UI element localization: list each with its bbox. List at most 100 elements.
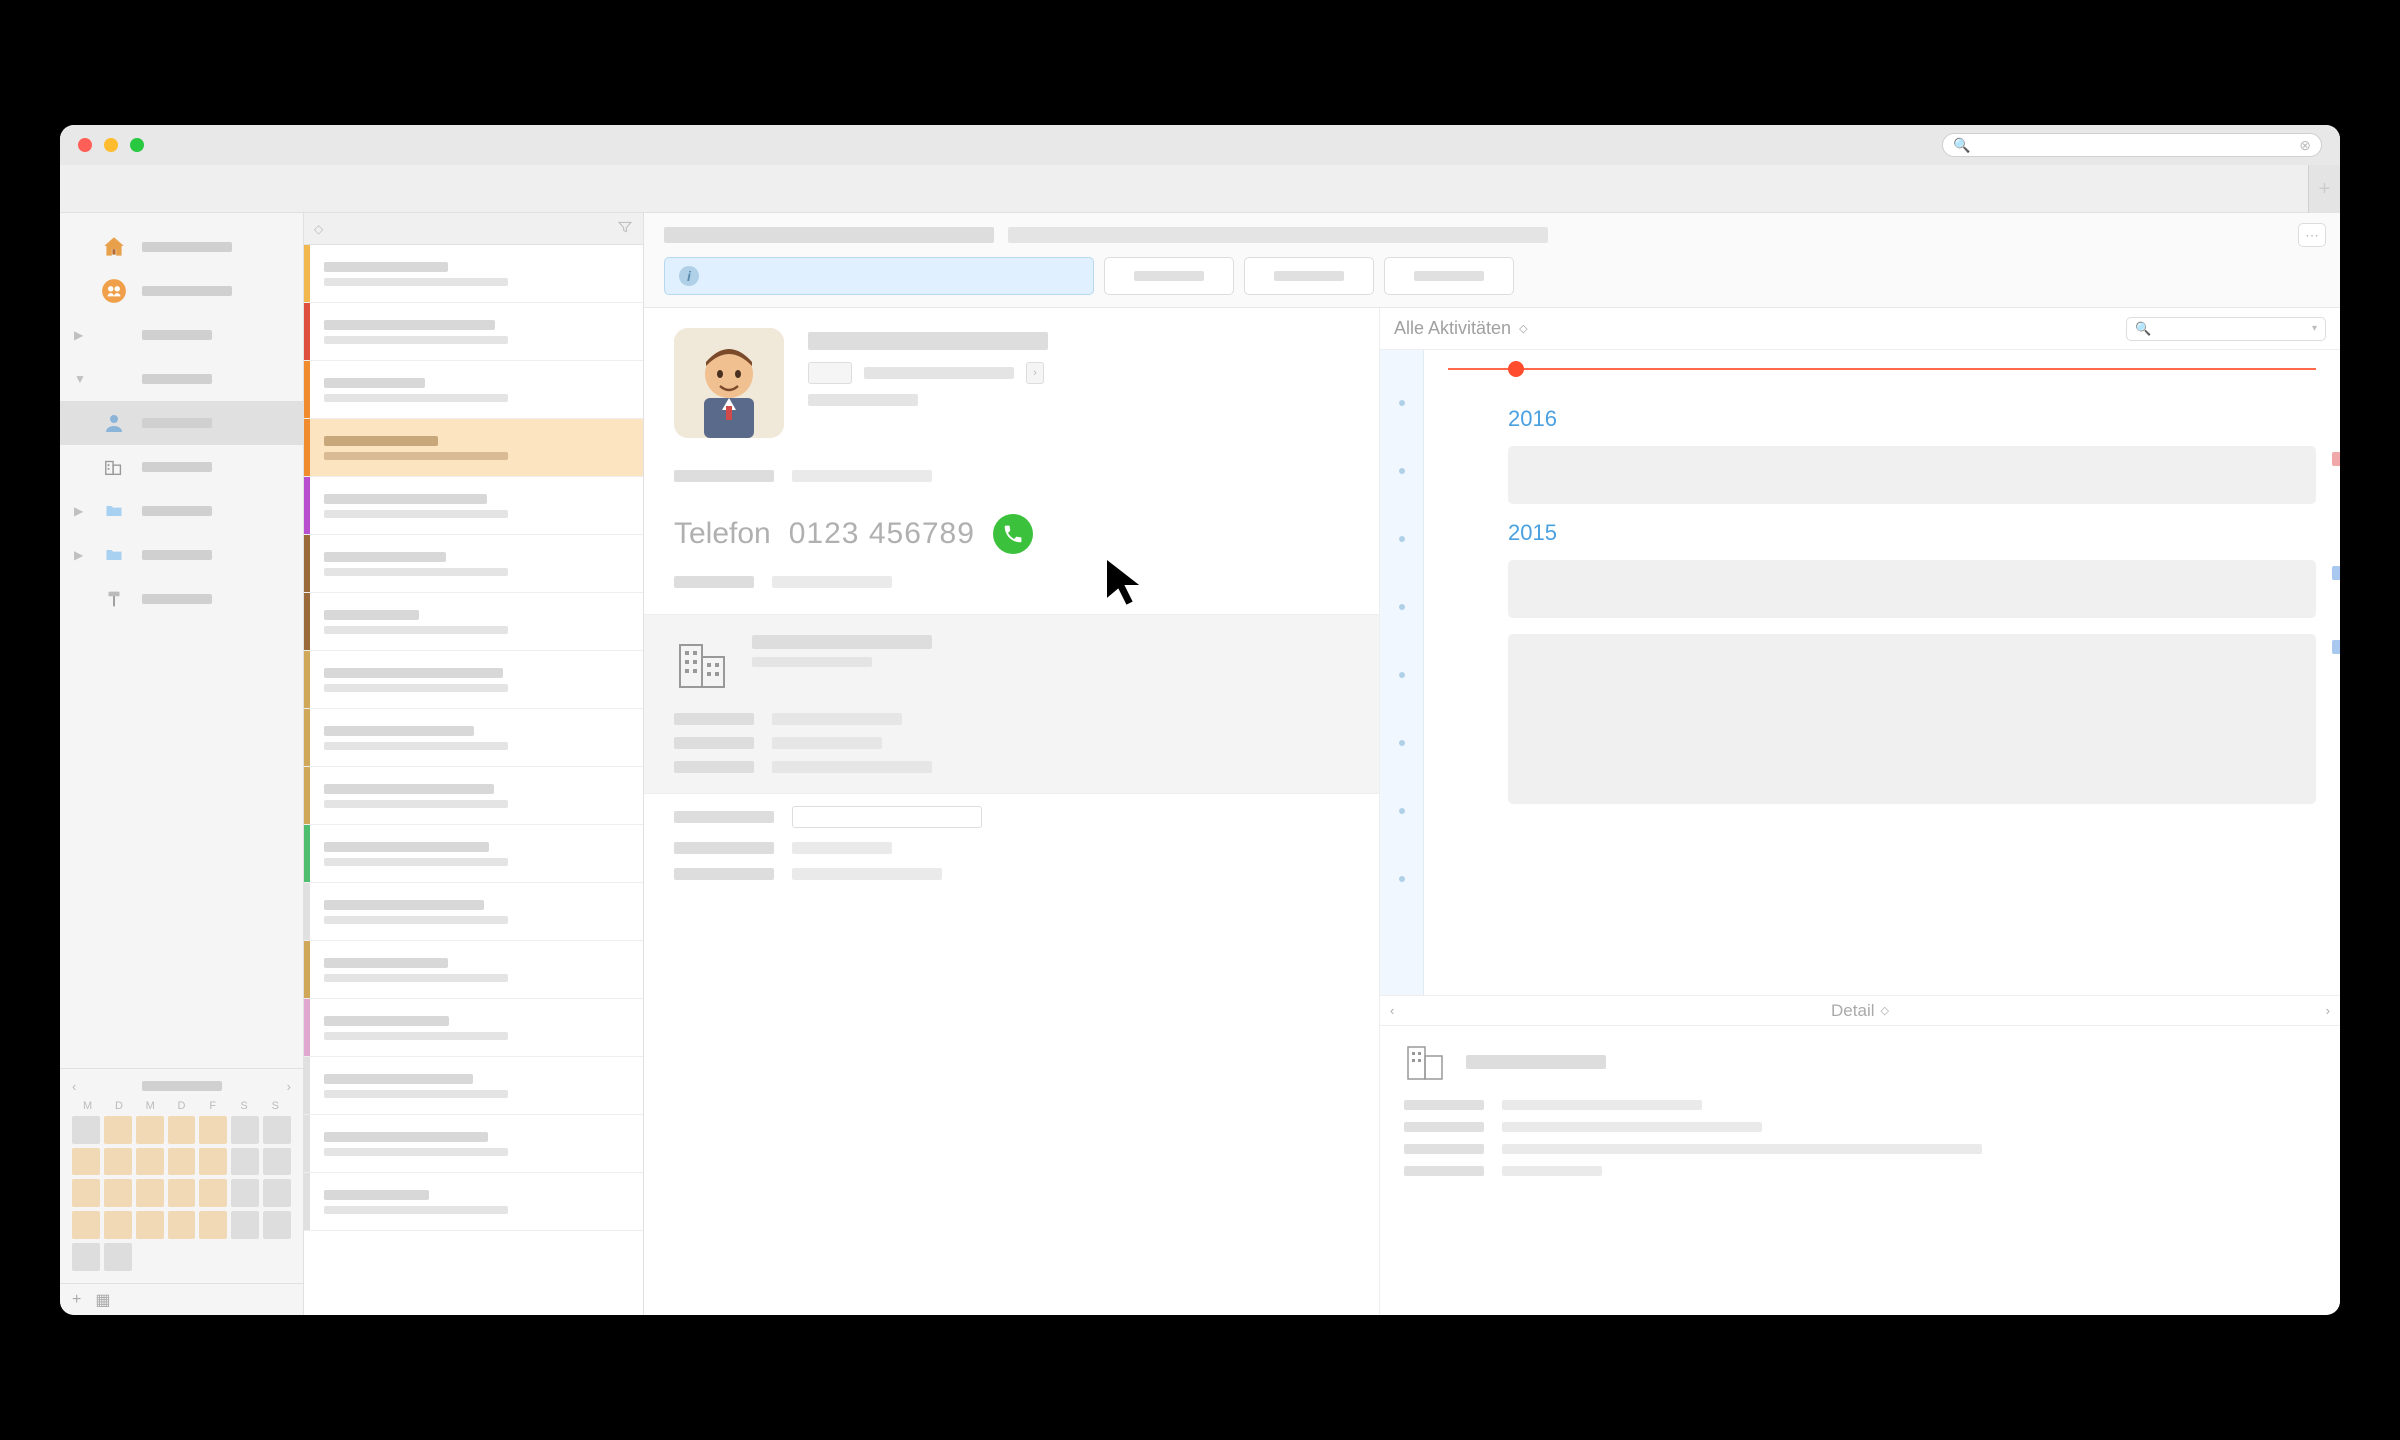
search-input[interactable]: 🔍 ⊗: [1942, 133, 2322, 157]
company-block: [644, 614, 1379, 794]
tab-item[interactable]: [1104, 257, 1234, 295]
color-stripe: [304, 1115, 310, 1172]
add-button[interactable]: +: [72, 1291, 81, 1309]
field-label: [1404, 1100, 1484, 1110]
contact-detail: › Telefon: [644, 308, 1380, 1315]
color-stripe: [304, 303, 310, 360]
activity-card[interactable]: [1508, 634, 2316, 804]
list-item-subtitle: [324, 1090, 508, 1098]
list-item[interactable]: [304, 651, 643, 709]
list-item[interactable]: [304, 825, 643, 883]
next-button[interactable]: ›: [2326, 1003, 2330, 1018]
nav-folder-1[interactable]: ▶: [60, 489, 303, 533]
field-value: [792, 470, 932, 482]
grid-view-button[interactable]: ▦: [95, 1290, 110, 1310]
nav-folder-2[interactable]: ▶: [60, 533, 303, 577]
maximize-window-button[interactable]: [130, 138, 144, 152]
field-label: [674, 868, 774, 880]
list-item[interactable]: [304, 303, 643, 361]
calendar-next-button[interactable]: ›: [287, 1079, 291, 1094]
nav-home[interactable]: [60, 225, 303, 269]
list-item[interactable]: [304, 883, 643, 941]
field-value: [808, 394, 918, 406]
activity-card[interactable]: [1508, 560, 2316, 618]
list-item-title: [324, 1016, 449, 1026]
color-stripe: [304, 883, 310, 940]
color-stripe: [304, 593, 310, 650]
chevron-right-icon[interactable]: ›: [1026, 362, 1044, 384]
folder-icon: [100, 497, 128, 525]
add-tab-button[interactable]: +: [2308, 165, 2340, 213]
calendar-prev-button[interactable]: ‹: [72, 1079, 76, 1094]
filter-icon[interactable]: [617, 219, 633, 238]
building-icon: [1404, 1040, 1448, 1084]
more-menu-button[interactable]: ⋯: [2298, 223, 2326, 247]
nav-companies[interactable]: [60, 445, 303, 489]
activity-search[interactable]: 🔍 ▾: [2126, 317, 2326, 341]
list-item-subtitle: [324, 510, 508, 518]
calendar-title: [142, 1081, 222, 1091]
list-item[interactable]: [304, 535, 643, 593]
color-stripe: [304, 651, 310, 708]
breadcrumb: [664, 227, 2320, 243]
nav-groups[interactable]: [60, 269, 303, 313]
chevron-right-icon: ▶: [74, 504, 86, 518]
list-item-title: [324, 262, 448, 272]
field-value: [772, 713, 902, 725]
prev-button[interactable]: ‹: [1390, 1003, 1394, 1018]
nav-label: [142, 242, 232, 252]
list-item[interactable]: [304, 709, 643, 767]
color-stripe: [304, 767, 310, 824]
activity-card[interactable]: [1508, 446, 2316, 504]
list-item[interactable]: [304, 1057, 643, 1115]
sort-toggle[interactable]: ◇: [314, 222, 323, 236]
list-item[interactable]: [304, 767, 643, 825]
tab-item[interactable]: [1384, 257, 1514, 295]
list-item[interactable]: [304, 1115, 643, 1173]
tab-info[interactable]: i: [664, 257, 1094, 295]
detail-panel-header: ‹ Detail ◇ ›: [1380, 996, 2340, 1026]
detail-title: [1466, 1055, 1606, 1069]
close-window-button[interactable]: [78, 138, 92, 152]
list-item[interactable]: [304, 593, 643, 651]
activity-filter-dropdown[interactable]: Alle Aktivitäten ◇: [1394, 318, 1528, 339]
field-value: [864, 367, 1014, 379]
year-label: 2016: [1508, 406, 2316, 432]
field-value: [772, 761, 932, 773]
list-item[interactable]: [304, 245, 643, 303]
call-button[interactable]: [993, 514, 1033, 554]
list-item-title: [324, 378, 425, 388]
list-item-subtitle: [324, 278, 508, 286]
list-item-title: [324, 668, 503, 678]
nav-tools[interactable]: [60, 577, 303, 621]
detail-panel-body: [1380, 1026, 2340, 1315]
text-input[interactable]: [792, 806, 982, 828]
list-header: ◇: [304, 213, 643, 245]
field-label: [1404, 1122, 1484, 1132]
calendar-grid[interactable]: [72, 1116, 291, 1271]
list-item[interactable]: [304, 477, 643, 535]
field-label: [1404, 1166, 1484, 1176]
tab-item[interactable]: [1244, 257, 1374, 295]
mini-calendar[interactable]: ‹ › M D M D F S S: [60, 1068, 303, 1283]
clear-search-icon[interactable]: ⊗: [2299, 137, 2311, 154]
main-content: ▶ ▼: [60, 213, 2340, 1315]
color-stripe: [304, 361, 310, 418]
list-item[interactable]: [304, 1173, 643, 1231]
nav-label: [142, 374, 212, 384]
nav-expanded[interactable]: ▼: [60, 357, 303, 401]
list-item-subtitle: [324, 1206, 508, 1214]
list-item-title: [324, 842, 489, 852]
list-item-title: [324, 726, 474, 736]
list-item[interactable]: [304, 999, 643, 1057]
nav-label: [142, 462, 212, 472]
minimize-window-button[interactable]: [104, 138, 118, 152]
nav-people[interactable]: [60, 401, 303, 445]
list-item[interactable]: [304, 941, 643, 999]
nav-collapsed-1[interactable]: ▶: [60, 313, 303, 357]
list-item-subtitle: [324, 452, 508, 460]
list-item[interactable]: [304, 361, 643, 419]
field-label: [674, 842, 774, 854]
list-item[interactable]: [304, 419, 643, 477]
field-label: [674, 470, 774, 482]
